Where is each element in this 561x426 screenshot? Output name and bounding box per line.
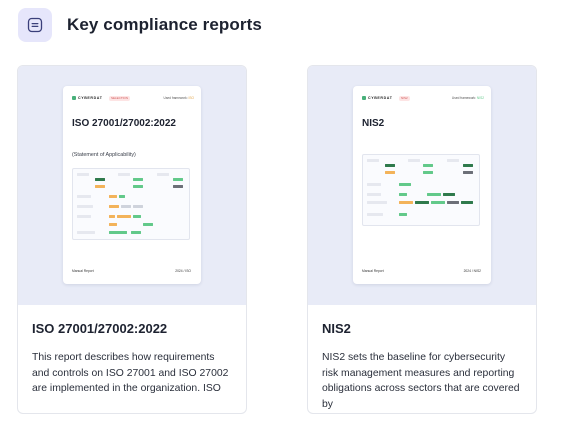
report-card-nis2[interactable]: CYBERDAT NIS2 Used framework: NIS2 NIS2 [307,65,537,414]
report-description: This report describes how requirements a… [32,352,229,395]
status-badge: SELECTION [109,96,131,101]
report-thumbnail: CYBERDAT SELECTION Used framework: ISO I… [63,86,201,284]
report-footer-left: Manual Report [362,269,384,273]
report-card-iso[interactable]: CYBERDAT SELECTION Used framework: ISO I… [17,65,247,414]
report-doc-subtitle: (Statement of Applicability) [72,152,136,158]
section-title: Key compliance reports [67,15,262,34]
framework-label: Used framework: ISO [164,96,194,100]
logo-icon [362,96,366,100]
framework-label: Used framework: NIS2 [452,96,484,100]
report-description: NIS2 sets the baseline for cybersecurity… [322,352,520,410]
framework-value: ISO [188,96,195,100]
report-footer-right: 2024 / ISO [175,269,191,273]
document-list-icon [18,8,52,42]
report-title: ISO 27001/27002:2022 [32,321,168,336]
report-thumbnail: CYBERDAT NIS2 Used framework: NIS2 NIS2 [353,86,491,284]
logo-icon [72,96,76,100]
summary-table [362,154,480,226]
summary-table [72,168,190,240]
brand-logo: CYBERDAT [362,96,393,100]
report-doc-title: NIS2 [362,118,385,129]
report-title: NIS2 [322,321,351,336]
status-badge: NIS2 [399,96,410,101]
brand-logo: CYBERDAT [72,96,103,100]
section-header: Key compliance reports [18,8,262,42]
report-doc-title: ISO 27001/27002:2022 [72,118,176,129]
report-footer-left: Manual Report [72,269,94,273]
report-preview: CYBERDAT SELECTION Used framework: ISO I… [18,66,246,305]
framework-value: NIS2 [476,96,484,100]
report-preview: CYBERDAT NIS2 Used framework: NIS2 NIS2 [308,66,536,305]
framework-text: Used framework: [451,96,477,100]
framework-text: Used framework: [163,96,188,100]
report-footer-right: 2024 / NIS2 [463,269,481,273]
